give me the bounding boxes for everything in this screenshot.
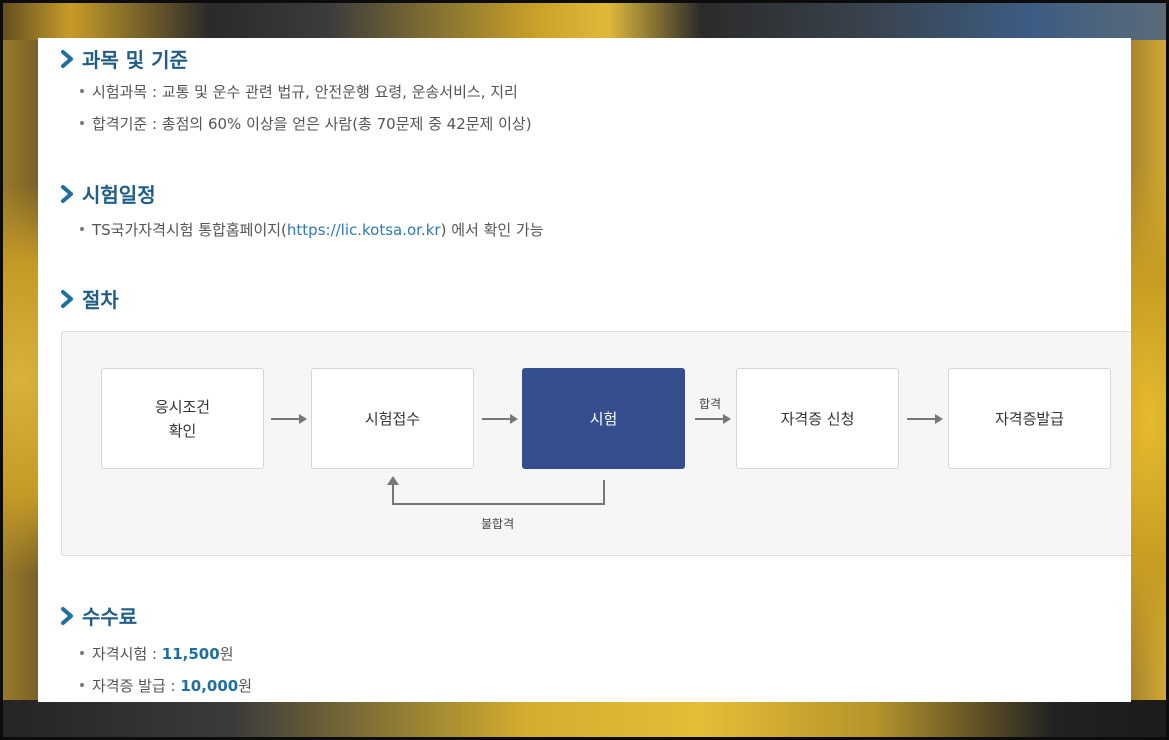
background-photo-bottom: [0, 700, 1169, 740]
section-title-fees: 수수료: [60, 601, 137, 630]
fee-value: 10,000: [180, 677, 239, 695]
section-title-text: 시험일정: [82, 183, 156, 207]
step-label: 응시조건 확인: [154, 397, 211, 440]
chevron-right-icon: [61, 606, 73, 625]
section-title-text: 절차: [82, 288, 119, 312]
step-label: 시험: [589, 409, 618, 428]
arrow-right-icon: [271, 414, 307, 424]
arrow-up-icon: [387, 476, 399, 485]
section-title-schedule: 시험일정: [60, 179, 156, 208]
bullet-dot: [80, 120, 84, 125]
fee-unit: 원: [219, 645, 234, 663]
bullet-dot: [80, 682, 84, 687]
fail-loop-line: [392, 484, 394, 505]
arrow-right-icon: [695, 414, 731, 424]
fail-loop-line: [603, 480, 605, 505]
bullet-dot: [80, 88, 84, 93]
step-label: 시험접수: [364, 409, 421, 428]
list-item: TS국가자격시험 통합홈페이지(https://lic.kotsa.or.kr)…: [80, 219, 544, 240]
content-panel: 과목 및 기준 시험과목 : 교통 및 운수 관련 법규, 안전운행 요령, 운…: [38, 38, 1131, 702]
step-exam: 시험: [522, 368, 685, 469]
step-label: 자격증 신청: [780, 409, 855, 428]
step-license-application: 자격증 신청: [736, 368, 899, 469]
chevron-right-icon: [61, 184, 73, 203]
step-label: 자격증발급: [994, 409, 1064, 428]
section-title-text: 수수료: [82, 605, 138, 629]
bullet-dot: [80, 650, 84, 655]
fail-label: 불합격: [481, 517, 515, 531]
list-item: 합격기준 : 총점의 60% 이상을 얻은 사람(총 70문제 중 42문제 이…: [80, 113, 532, 134]
fee-unit: 원: [238, 677, 253, 695]
schedule-text: TS국가자격시험 통합홈페이지(: [92, 221, 287, 239]
procedure-flow: 응시조건 확인 시험접수 시험 합격 자격증 신청 자격증발급 불합격: [61, 331, 1131, 556]
chevron-right-icon: [61, 49, 73, 68]
pass-label: 합격: [699, 397, 722, 411]
list-item-text: 시험과목 : 교통 및 운수 관련 법규, 안전운행 요령, 운송서비스, 지리: [92, 83, 518, 101]
fee-value: 11,500: [161, 645, 220, 663]
list-item: 자격증 발급 : 10,000원: [80, 675, 252, 696]
chevron-right-icon: [61, 289, 73, 308]
fee-label: 자격증 발급 :: [92, 677, 181, 695]
step-eligibility: 응시조건 확인: [101, 368, 264, 469]
schedule-text-suffix: ) 에서 확인 가능: [440, 221, 544, 239]
list-item-text: 합격기준 : 총점의 60% 이상을 얻은 사람(총 70문제 중 42문제 이…: [92, 115, 532, 133]
background-photo-top: [0, 0, 1169, 40]
step-license-issue: 자격증발급: [948, 368, 1111, 469]
step-application: 시험접수: [311, 368, 474, 469]
list-item: 자격시험 : 11,500원: [80, 643, 234, 664]
kotsa-link[interactable]: https://lic.kotsa.or.kr: [287, 221, 441, 239]
bullet-dot: [80, 226, 84, 231]
section-title-subjects: 과목 및 기준: [60, 44, 188, 73]
arrow-right-icon: [907, 414, 943, 424]
section-title-text: 과목 및 기준: [82, 48, 188, 72]
fee-label: 자격시험 :: [92, 645, 162, 663]
fail-loop-line: [392, 503, 605, 505]
list-item: 시험과목 : 교통 및 운수 관련 법규, 안전운행 요령, 운송서비스, 지리: [80, 81, 518, 102]
arrow-right-icon: [482, 414, 518, 424]
section-title-procedure: 절차: [60, 284, 119, 313]
